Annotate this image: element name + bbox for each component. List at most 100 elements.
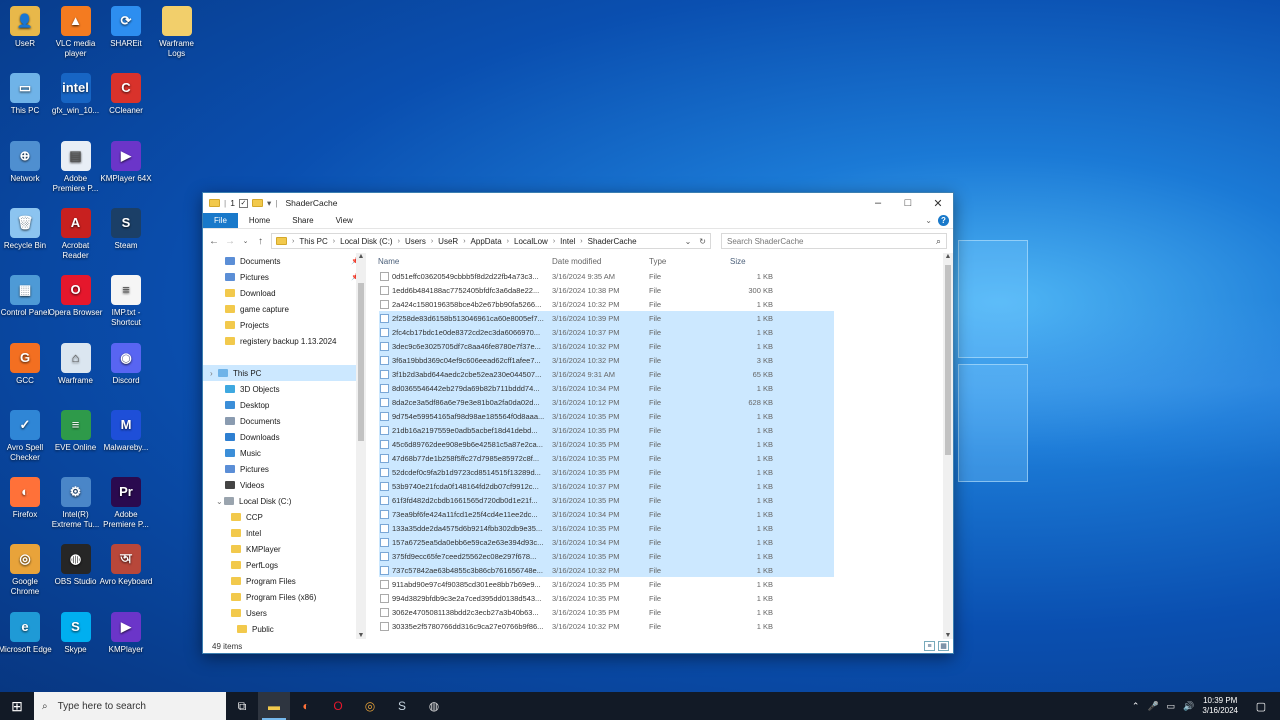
- breadcrumb-segment[interactable]: UseR: [438, 237, 458, 246]
- desktop-icon[interactable]: ⊕ Network: [0, 140, 52, 184]
- microphone-icon[interactable]: 🎤: [1147, 701, 1158, 712]
- nav-item[interactable]: PerfLogs: [203, 557, 366, 573]
- desktop-icon[interactable]: Pr Adobe Premiere P...: [99, 477, 153, 530]
- nav-item[interactable]: Program Files (x86): [203, 589, 366, 605]
- nav-item[interactable]: Documents: [203, 413, 366, 429]
- desktop-icon[interactable]: 🗑 Recycle Bin: [0, 207, 52, 251]
- desktop-icon[interactable]: ≡ IMP.txt - Shortcut: [99, 275, 153, 328]
- nav-item[interactable]: 3D Objects: [203, 381, 366, 397]
- desktop-icon[interactable]: অ Avro Keyboard: [99, 544, 153, 587]
- nav-item[interactable]: Public: [203, 621, 366, 637]
- desktop-icon[interactable]: O Opera Browser: [49, 275, 103, 318]
- start-button[interactable]: ⊞: [0, 692, 34, 720]
- file-row[interactable]: 3f6a19bbd369c04ef9c606eead62cff1afee7...…: [379, 353, 834, 367]
- nav-item[interactable]: Documents📌: [203, 253, 366, 269]
- desktop-icon[interactable]: A Acrobat Reader: [49, 207, 103, 261]
- breadcrumb-chevron[interactable]: ›: [507, 238, 509, 245]
- nav-item[interactable]: Users: [203, 605, 366, 621]
- scroll-down-arrow[interactable]: ▼: [356, 632, 366, 639]
- desktop-icon[interactable]: e Microsoft Edge: [0, 611, 52, 655]
- file-row[interactable]: 133a35dde2da4575d6b9214fbb302db9e35... 3/…: [379, 521, 834, 535]
- breadcrumb-segment[interactable]: LocalLow: [514, 237, 548, 246]
- desktop-icon[interactable]: S Steam: [99, 207, 153, 251]
- breadcrumb-segment[interactable]: AppData: [471, 237, 502, 246]
- desktop-icon[interactable]: ◐ Firefox: [0, 477, 52, 520]
- nav-item[interactable]: Download: [203, 285, 366, 301]
- desktop-icon[interactable]: ▦ Control Panel: [0, 275, 52, 318]
- desktop-icon[interactable]: intel gfx_win_10...: [49, 73, 103, 116]
- desktop-icon[interactable]: ⟳ SHAREit: [99, 6, 153, 49]
- maximize-button[interactable]: □: [893, 193, 923, 213]
- file-row[interactable]: 52dcdef0c9fa2b1d9723cd8514515f13289d... 3…: [379, 465, 834, 479]
- large-icons-view-icon[interactable]: ▦: [938, 641, 949, 651]
- desktop-icon[interactable]: ▤ Adobe Premiere P...: [49, 140, 103, 194]
- file-row[interactable]: 2a424c1580196358bce4b2e67bb90fa5266... 3/…: [366, 297, 953, 311]
- file-scroll-up-arrow[interactable]: ▲: [943, 253, 953, 260]
- desktop-icon[interactable]: ◉ Discord: [99, 342, 153, 386]
- new-folder-icon[interactable]: [251, 199, 263, 207]
- nav-item[interactable]: ⌄ Local Disk (C:): [203, 493, 366, 509]
- volume-icon[interactable]: 🔊: [1183, 701, 1194, 712]
- refresh-icon[interactable]: ↻: [699, 237, 706, 246]
- desktop-icon[interactable]: ▲ VLC media player: [49, 6, 103, 59]
- breadcrumb-segment[interactable]: ShaderCache: [588, 237, 637, 246]
- file-row[interactable]: 3f1b2d3abd644aedc2cbe52ea230e044507... 3/…: [379, 367, 834, 381]
- breadcrumb-chevron[interactable]: ›: [431, 238, 433, 245]
- tab-share[interactable]: Share: [281, 213, 324, 228]
- desktop-icon[interactable]: ◎ Google Chrome: [0, 544, 52, 597]
- nav-item[interactable]: Pictures: [203, 461, 366, 477]
- opera-icon[interactable]: O: [322, 692, 354, 720]
- file-row[interactable]: 30335e2f5780766dd316c9ca27e0766b9f86... 3…: [366, 619, 953, 633]
- file-row[interactable]: 0d51effc03620549cbbb5f8d2d22fb4a73c3... 3…: [366, 269, 953, 283]
- file-row[interactable]: 375fd9ecc65fe7ceed25562ec08e297f678... 3/…: [379, 549, 834, 563]
- recent-locations-icon[interactable]: ⌄: [241, 237, 250, 245]
- file-scroll-down-arrow[interactable]: ▼: [943, 632, 953, 639]
- breadcrumb-segment[interactable]: Local Disk (C:): [340, 237, 392, 246]
- file-row[interactable]: 737c57842ae63b4855c3b86cb761656748e... 3/…: [379, 563, 834, 577]
- file-row[interactable]: 157a6725ea5da0ebb6e59ca2e63e394d93c... 3/…: [379, 535, 834, 549]
- file-scrollbar[interactable]: ▲ ▼: [943, 253, 953, 639]
- desktop-icon[interactable]: ≡ EVE Online: [49, 409, 103, 453]
- breadcrumb-segment[interactable]: Users: [405, 237, 426, 246]
- properties-icon[interactable]: ✓: [238, 198, 248, 208]
- file-row[interactable]: 61f3fd482d2cbdb1661565d720db0d1e21f... 3/…: [379, 493, 834, 507]
- scroll-up-arrow[interactable]: ▲: [356, 253, 366, 260]
- nav-item[interactable]: › This PC: [203, 365, 366, 381]
- nav-item[interactable]: Intel: [203, 525, 366, 541]
- desktop-icon[interactable]: ⚙ Intel(R) Extreme Tu...: [49, 477, 103, 530]
- nav-scroll-thumb[interactable]: [358, 283, 364, 441]
- file-row[interactable]: 9d754e59954165af98d98ae185564f0d8aaa... 3…: [379, 409, 834, 423]
- nav-item[interactable]: KMPlayer: [203, 541, 366, 557]
- file-row[interactable]: 911abd90e97c4f90385cd301ee8bb7b69e9... 3/…: [366, 577, 953, 591]
- column-size[interactable]: Size: [730, 257, 746, 266]
- nav-item[interactable]: Pictures📌: [203, 269, 366, 285]
- nav-item[interactable]: Videos: [203, 477, 366, 493]
- tab-home[interactable]: Home: [238, 213, 281, 228]
- expand-chevron-icon[interactable]: ›: [210, 369, 218, 378]
- nav-scrollbar[interactable]: ▲ ▼: [356, 253, 366, 639]
- column-type[interactable]: Type: [649, 257, 666, 266]
- column-date[interactable]: Date modified: [552, 257, 642, 266]
- expand-chevron-icon[interactable]: ⌄: [216, 497, 224, 506]
- file-row[interactable]: 3062e4705081138bdd2c3ecb27a3b40b63... 3/1…: [366, 605, 953, 619]
- task-view-icon[interactable]: ⧉: [226, 692, 258, 720]
- minimize-button[interactable]: –: [863, 193, 893, 213]
- up-arrow-icon[interactable]: ↑: [256, 236, 265, 247]
- file-row[interactable]: 8d0365546442eb279da69b82b711bddd74... 3/1…: [379, 381, 834, 395]
- search-box[interactable]: Search ShaderCache ⌕: [721, 233, 947, 249]
- nav-item[interactable]: Program Files: [203, 573, 366, 589]
- nav-item[interactable]: Downloads: [203, 429, 366, 445]
- breadcrumb-segment[interactable]: Intel: [560, 237, 575, 246]
- breadcrumb-chevron[interactable]: ›: [333, 238, 335, 245]
- nav-item[interactable]: CCP: [203, 509, 366, 525]
- desktop-icon[interactable]: ✓ Avro Spell Checker: [0, 409, 52, 463]
- desktop-icon[interactable]: ▶ KMPlayer 64X: [99, 140, 153, 184]
- file-row[interactable]: 3dec9c6e3025705df7c8aa46fe8780e7f37e... 3…: [379, 339, 834, 353]
- desktop-icon[interactable]: G GCC: [0, 342, 52, 386]
- file-row[interactable]: 45c6d89762dee908e9b6e42581c5a87e2ca... 3/…: [379, 437, 834, 451]
- customize-toolbar-icon[interactable]: ▾: [267, 198, 271, 209]
- close-button[interactable]: ✕: [923, 193, 953, 213]
- tab-view[interactable]: View: [325, 213, 364, 228]
- obs-icon[interactable]: ◍: [418, 692, 450, 720]
- notifications-icon[interactable]: ▢: [1246, 700, 1276, 713]
